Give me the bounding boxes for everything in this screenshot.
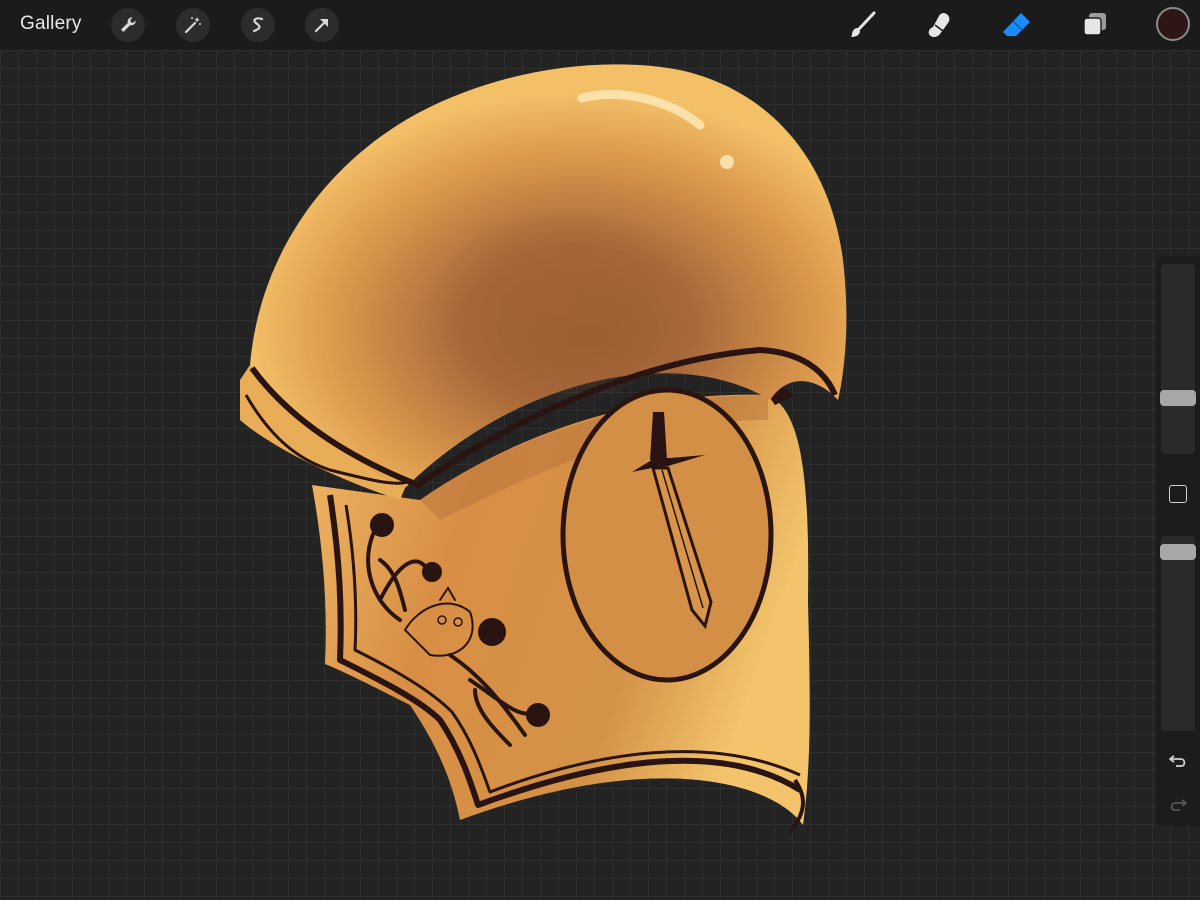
undo-button[interactable] [1164, 746, 1192, 774]
brush-size-handle[interactable] [1160, 390, 1196, 406]
opacity-slider[interactable] [1161, 536, 1195, 731]
brush-sidebar [1156, 256, 1200, 826]
redo-button[interactable] [1164, 790, 1192, 818]
opacity-handle[interactable] [1160, 544, 1196, 560]
redo-arrow-icon [1170, 799, 1187, 811]
undo-arrow-icon [1169, 755, 1186, 767]
modify-square-button[interactable] [1169, 485, 1187, 503]
sword-emblem [560, 387, 774, 683]
artwork-pauldron [240, 64, 847, 834]
brush-size-slider[interactable] [1161, 264, 1195, 454]
